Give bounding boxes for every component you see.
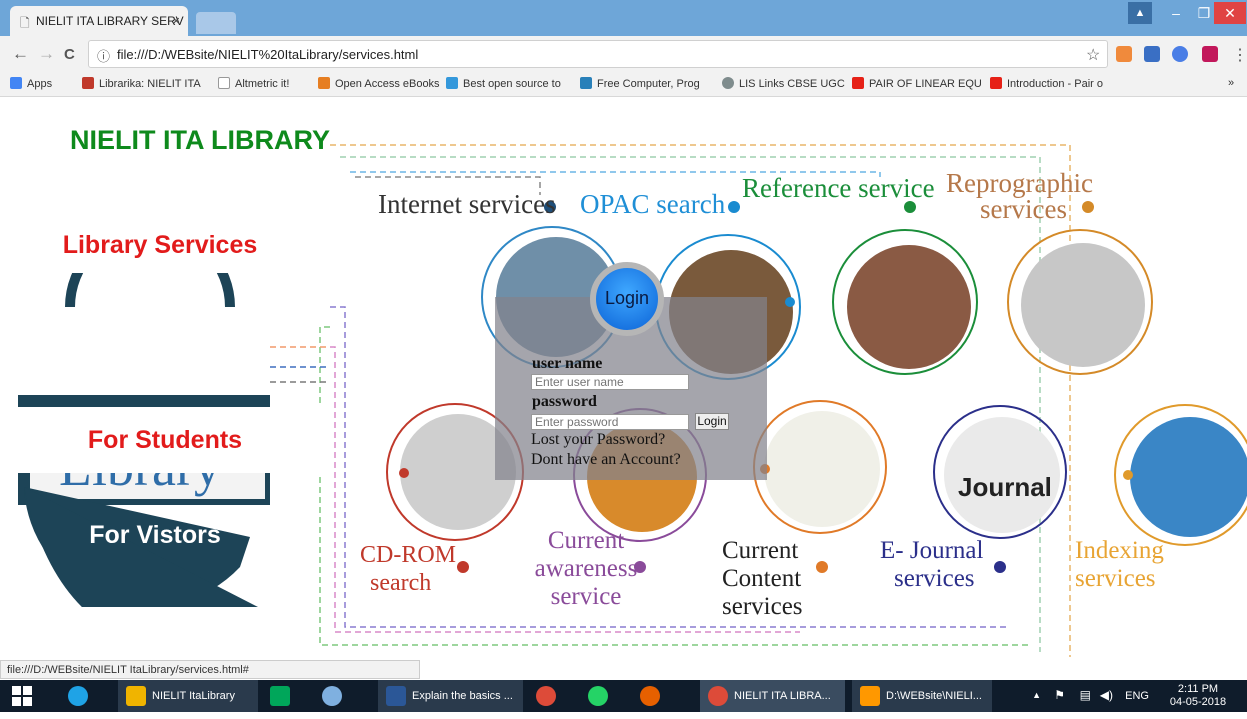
youtube-icon: [852, 77, 864, 89]
language-indicator[interactable]: ENG: [1125, 690, 1149, 702]
tray-arrow-icon[interactable]: ▲: [1032, 690, 1041, 700]
reference-service-label[interactable]: Reference service: [742, 173, 935, 204]
opac-search-label[interactable]: OPAC search: [580, 189, 725, 220]
bookmark-altmetric[interactable]: Altmetric it!: [218, 77, 289, 90]
clock[interactable]: 2:11 PM 04-05-2018: [1163, 683, 1233, 709]
lost-password-link[interactable]: Lost your Password?: [531, 431, 665, 449]
extension-icon-2[interactable]: [1144, 46, 1160, 62]
taskbar-item-word[interactable]: Explain the basics ...: [378, 680, 523, 712]
taskbar-item-explorer[interactable]: NIELIT ItaLibrary: [118, 680, 258, 712]
close-window-button[interactable]: ✕: [1214, 2, 1246, 24]
reprographic-services-label[interactable]: Reprographic services: [946, 170, 1093, 223]
librarika-icon: [82, 77, 94, 89]
extension-icon-4[interactable]: [1202, 46, 1218, 62]
taskbar-item-chrome[interactable]: NIELIT ITA LIBRA...: [700, 680, 845, 712]
lislinks-icon: [722, 77, 734, 89]
windows-icon: [12, 686, 32, 706]
back-icon[interactable]: ←: [12, 44, 29, 64]
tab-close-icon[interactable]: ×: [172, 13, 180, 28]
browser-toolbar: ← → C ⓘ file:///D:/WEBsite/NIELIT%20ItaL…: [0, 36, 1247, 72]
bookmark-star-icon[interactable]: ☆: [1086, 45, 1100, 65]
indexing-services-label[interactable]: Indexing services: [1075, 537, 1164, 593]
ie-icon[interactable]: [68, 680, 102, 712]
library-services-link[interactable]: Library Services: [0, 217, 320, 273]
address-bar[interactable]: ⓘ file:///D:/WEBsite/NIELIT%20ItaLibrary…: [88, 40, 1108, 68]
bookmarks-bar: Apps Librarika: NIELIT ITA Altmetric it!…: [0, 72, 1247, 97]
journal-badge: Journal: [958, 472, 1052, 502]
bookmark-lis-links[interactable]: LIS Links CBSE UGC: [722, 77, 845, 90]
cdrom-search-label[interactable]: CD-ROM search: [360, 541, 456, 597]
username-input[interactable]: [531, 374, 689, 390]
bookmark-open-source[interactable]: Best open source to: [446, 77, 561, 90]
opensource-icon: [446, 77, 458, 89]
for-visitors-link[interactable]: For Vistors: [0, 507, 310, 563]
title-bar: 🗋 NIELIT ITA LIBRARY SERV × ▲ – ❐ ✕: [0, 0, 1247, 36]
login-submit-button[interactable]: Login: [695, 413, 729, 430]
page-content: Journal Internet services OPAC search Re…: [0, 97, 1247, 660]
chrome-icon[interactable]: [536, 680, 570, 712]
current-awareness-label[interactable]: Current awareness service: [524, 527, 648, 611]
user-profile-icon[interactable]: ▲: [1128, 2, 1152, 24]
internet-services-label[interactable]: Internet services: [378, 189, 556, 220]
firefox-icon[interactable]: [640, 680, 674, 712]
whatsapp-icon[interactable]: [588, 680, 622, 712]
flag-icon[interactable]: ⚑: [1054, 688, 1065, 702]
apps-icon: [10, 77, 22, 89]
paint-icon[interactable]: [322, 680, 356, 712]
menu-icon[interactable]: ⋮: [1232, 45, 1247, 65]
openaccess-icon: [318, 77, 330, 89]
password-input[interactable]: [531, 414, 689, 430]
extension-icon-3[interactable]: [1172, 46, 1188, 62]
info-icon[interactable]: ⓘ: [97, 46, 110, 65]
store-icon[interactable]: [270, 680, 304, 712]
volume-icon[interactable]: ◀): [1100, 688, 1113, 702]
bookmark-apps[interactable]: Apps: [10, 77, 52, 90]
minimize-button[interactable]: –: [1162, 2, 1190, 24]
freecomputer-icon: [580, 77, 592, 89]
signup-link[interactable]: Dont have an Account?: [531, 451, 681, 469]
start-button[interactable]: [12, 680, 42, 712]
reload-icon[interactable]: C: [64, 46, 75, 63]
status-url: file:///D:/WEBsite/NIELIT ItaLibrary/ser…: [0, 660, 420, 679]
bookmarks-overflow-icon[interactable]: »: [1228, 77, 1234, 89]
tab-title: NIELIT ITA LIBRARY SERV: [36, 14, 184, 28]
bookmark-free-computer[interactable]: Free Computer, Prog: [580, 77, 700, 90]
bookmark-introduction[interactable]: Introduction - Pair o: [990, 77, 1103, 90]
username-label: user name: [532, 355, 603, 372]
network-icon[interactable]: ▤: [1080, 688, 1091, 702]
login-toggle-button[interactable]: Login: [590, 262, 664, 336]
page-icon: 🗋: [20, 16, 30, 30]
password-label: password: [532, 393, 597, 410]
forward-icon[interactable]: →: [38, 44, 55, 64]
bookmark-pair-linear[interactable]: PAIR OF LINEAR EQU: [852, 77, 982, 90]
for-students-link[interactable]: For Students: [0, 407, 330, 473]
browser-tab[interactable]: 🗋 NIELIT ITA LIBRARY SERV ×: [10, 6, 188, 36]
youtube-icon: [990, 77, 1002, 89]
bookmark-librarika[interactable]: Librarika: NIELIT ITA: [82, 77, 201, 90]
bookmark-open-access[interactable]: Open Access eBooks: [318, 77, 440, 90]
left-navigation: Library Library Services For Students Fo…: [0, 187, 330, 607]
site-title: NIELIT ITA LIBRARY: [70, 125, 330, 155]
page-icon: [218, 77, 230, 89]
address-text: file:///D:/WEBsite/NIELIT%20ItaLibrary/s…: [117, 47, 419, 62]
taskbar-item-sublime[interactable]: D:\WEBsite\NIELI...: [852, 680, 992, 712]
current-content-label[interactable]: Current Content services: [722, 537, 803, 621]
ejournal-services-label[interactable]: E- Journal services: [880, 537, 983, 593]
extension-icon-1[interactable]: [1116, 46, 1132, 62]
windows-taskbar: NIELIT ItaLibrary Explain the basics ...…: [0, 680, 1247, 712]
new-tab-button[interactable]: [196, 12, 236, 34]
